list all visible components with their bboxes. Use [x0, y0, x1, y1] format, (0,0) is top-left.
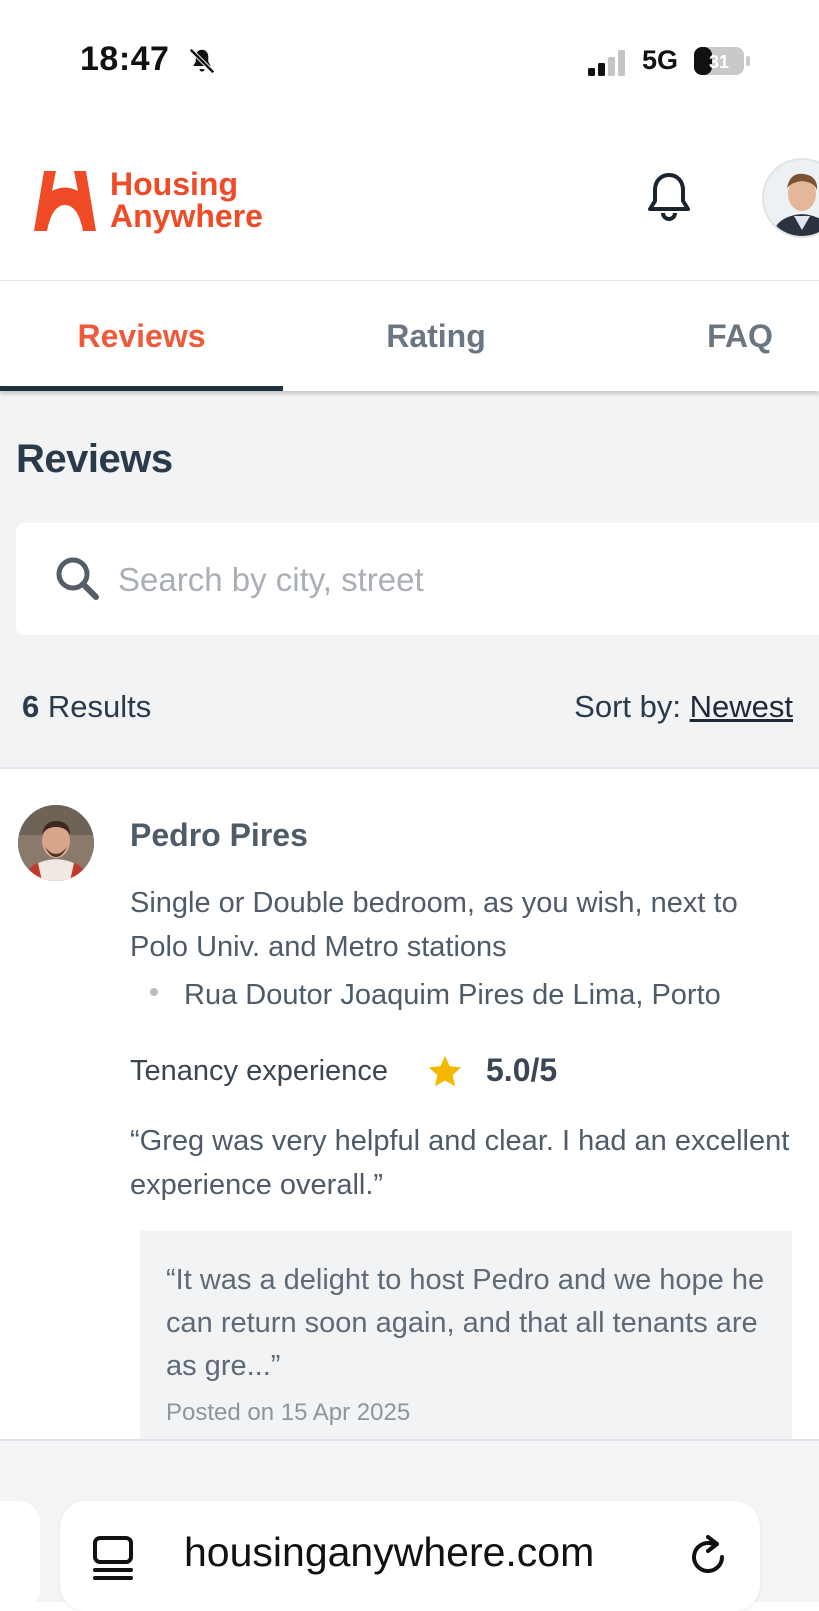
brand-name: Housing Anywhere [110, 168, 263, 232]
active-tab-indicator [0, 386, 283, 391]
reader-icon[interactable] [92, 1535, 134, 1581]
signal-icon [588, 50, 625, 76]
status-bar: 18:47 5G 31 [0, 0, 819, 120]
tenancy-score: 5.0/5 [486, 1052, 558, 1088]
app-header: Housing Anywhere [0, 120, 819, 282]
posted-date: Posted on 15 Apr 2025 [166, 1399, 411, 1426]
host-reply-text: “It was a delight to host Pedro and we h… [166, 1264, 765, 1382]
avatar[interactable] [762, 158, 819, 238]
star-icon [428, 1055, 462, 1087]
listing-address: Rua Doutor Joaquim Pires de Lima, Porto [150, 979, 721, 1012]
network-label: 5G [642, 45, 679, 75]
battery-level: 31 [709, 52, 729, 72]
listing-title[interactable]: Single or Double bedroom, as you wish, n… [130, 881, 790, 969]
profile-photo [764, 160, 819, 236]
results-count: 6 Results [22, 689, 151, 725]
reviews-section: Reviews 6 Results Sort by: Newest [0, 391, 819, 767]
host-reply: “It was a delight to host Pedro and we h… [140, 1231, 792, 1451]
search-box[interactable] [16, 523, 819, 635]
results-label: Results [47, 689, 152, 724]
tab-reviews[interactable]: Reviews [0, 281, 283, 391]
tab-rating[interactable]: Rating [283, 281, 589, 391]
previous-tab-peek[interactable] [0, 1501, 40, 1611]
reviewer-avatar [18, 805, 94, 881]
status-time: 18:47 [80, 40, 170, 78]
reload-icon[interactable] [686, 1535, 730, 1579]
page-title: Reviews [16, 437, 173, 481]
address-bar[interactable]: housinganywhere.com [60, 1501, 760, 1611]
search-icon [56, 557, 99, 600]
review-card: Pedro Pires Single or Double bedroom, as… [0, 767, 819, 1451]
battery-icon: 31 [694, 47, 750, 75]
tab-bar: Reviews Rating FAQ [0, 281, 819, 391]
reviewer-name: Pedro Pires [130, 817, 308, 853]
address-text: Rua Doutor Joaquim Pires de Lima, Porto [184, 979, 721, 1011]
brand-line-2: Anywhere [110, 198, 263, 234]
bell-off-icon [189, 48, 215, 74]
search-input[interactable] [116, 547, 720, 613]
review-quote: “Greg was very helpful and clear. I had … [130, 1125, 790, 1201]
sort-control: Sort by: Newest [574, 689, 793, 725]
reviewer-photo [18, 805, 94, 881]
url-text: housinganywhere.com [184, 1529, 595, 1575]
bullet-dot [150, 988, 158, 997]
sort-dropdown[interactable]: Newest [690, 689, 793, 724]
results-number: 6 [22, 689, 40, 724]
brand-logo[interactable]: Housing Anywhere [30, 160, 263, 240]
tenancy-label: Tenancy experience [130, 1055, 388, 1087]
brand-line-1: Housing [110, 166, 238, 202]
logo-icon [34, 171, 96, 231]
browser-bar: housinganywhere.com [0, 1439, 819, 1611]
tab-faq[interactable]: FAQ [650, 281, 819, 391]
notification-bell-icon[interactable] [644, 170, 694, 224]
sort-label: Sort by: [574, 689, 681, 724]
